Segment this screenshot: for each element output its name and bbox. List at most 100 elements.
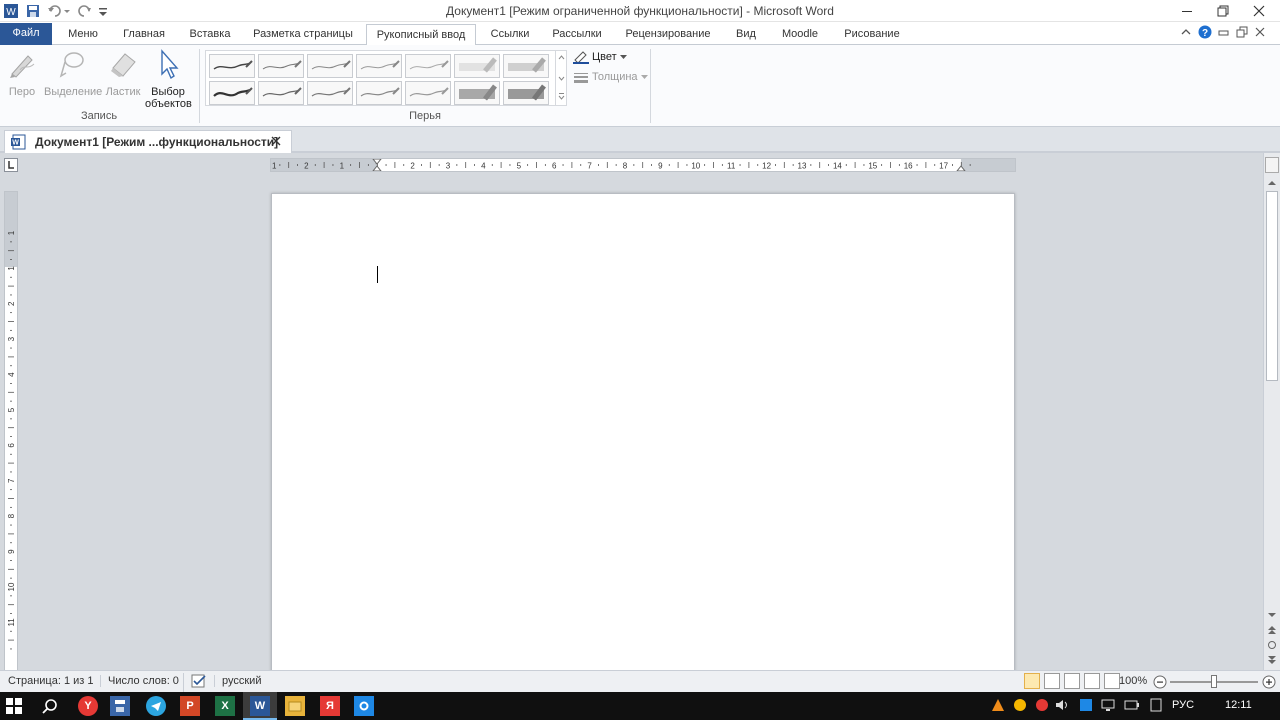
tab-drawing[interactable]: Рисование bbox=[834, 24, 910, 45]
browse-object-icon[interactable] bbox=[1267, 640, 1277, 650]
chevron-down-icon bbox=[619, 54, 627, 59]
zoom-in-icon[interactable] bbox=[1262, 675, 1276, 692]
doc-minimize-icon[interactable] bbox=[1218, 26, 1230, 41]
tray-icon-2[interactable] bbox=[1012, 697, 1028, 713]
word-icon[interactable]: W bbox=[250, 696, 270, 716]
tab-file[interactable]: Файл bbox=[0, 23, 52, 45]
pen-style-4[interactable] bbox=[356, 54, 402, 78]
zoom-out-icon[interactable] bbox=[1153, 675, 1167, 692]
clock-time[interactable]: 12:11 bbox=[1225, 699, 1252, 711]
highlighter-style-3[interactable] bbox=[454, 81, 500, 105]
tab-ink[interactable]: Рукописный ввод bbox=[366, 24, 476, 46]
tab-home[interactable]: Главная bbox=[114, 24, 174, 45]
tab-mailings[interactable]: Рассылки bbox=[544, 24, 610, 45]
ruler-tick-label: 4 bbox=[481, 162, 486, 171]
tab-view[interactable]: Вид bbox=[726, 24, 766, 45]
vertical-scrollbar[interactable] bbox=[1263, 153, 1280, 670]
tab-references[interactable]: Ссылки bbox=[482, 24, 538, 45]
pen-label: Перо bbox=[8, 86, 36, 98]
doc-restore-icon[interactable] bbox=[1236, 26, 1248, 41]
page-count[interactable]: Страница: 1 из 1 bbox=[8, 675, 94, 687]
highlighter-style-1[interactable] bbox=[454, 54, 500, 78]
print-layout-icon[interactable] bbox=[1024, 673, 1040, 689]
zoom-level[interactable]: 100% bbox=[1119, 675, 1147, 687]
search-icon[interactable] bbox=[40, 696, 60, 716]
yandex-browser-icon[interactable]: Y bbox=[78, 696, 98, 716]
telegram-icon[interactable] bbox=[146, 696, 166, 716]
color-dropdown[interactable]: Цвет bbox=[573, 50, 627, 64]
tab-review[interactable]: Рецензирование bbox=[616, 24, 720, 45]
ruler-tick-label: 1 bbox=[340, 162, 345, 171]
file-explorer-icon[interactable] bbox=[285, 696, 305, 716]
start-icon[interactable] bbox=[4, 696, 24, 716]
gallery-scroll[interactable] bbox=[555, 51, 566, 105]
collapse-ribbon-icon[interactable] bbox=[1180, 26, 1192, 41]
ribbon-panel: Перо Выделение Ластик Выбор объектов Зап… bbox=[0, 45, 1280, 127]
tab-menu[interactable]: Меню bbox=[60, 24, 106, 45]
save-app-icon[interactable] bbox=[110, 696, 130, 716]
pen-style-2[interactable] bbox=[258, 54, 304, 78]
document-page[interactable] bbox=[271, 193, 1015, 673]
web-layout-icon[interactable] bbox=[1064, 673, 1080, 689]
battery-icon[interactable] bbox=[1124, 697, 1140, 713]
input-language[interactable]: РУС bbox=[1172, 699, 1194, 711]
zoom-slider-thumb[interactable] bbox=[1211, 675, 1217, 688]
document-tab[interactable]: W Документ1 [Режим ...функциональности] bbox=[4, 130, 292, 153]
ink-color-icon bbox=[573, 51, 589, 64]
scrollbar-thumb[interactable] bbox=[1266, 191, 1278, 381]
windows-taskbar: Y P X W Я РУС 12:11 bbox=[0, 692, 1280, 720]
outline-icon[interactable] bbox=[1084, 673, 1100, 689]
vertical-ruler[interactable]: 1 1 2 3 4 5 6 7 8 9 10 11 bbox=[4, 191, 18, 671]
pen-style-10[interactable] bbox=[405, 81, 451, 105]
help-icon[interactable]: ? bbox=[1198, 25, 1212, 42]
language[interactable]: русский bbox=[214, 675, 261, 687]
powerpoint-icon[interactable]: P bbox=[180, 696, 200, 716]
tab-stop-selector[interactable] bbox=[4, 158, 18, 172]
network-icon[interactable] bbox=[1100, 697, 1116, 713]
pen-style-7[interactable] bbox=[258, 81, 304, 105]
scroll-down-icon[interactable] bbox=[1267, 611, 1277, 619]
highlighter-style-2[interactable] bbox=[503, 54, 549, 78]
close-tab-icon[interactable] bbox=[271, 135, 281, 149]
pen-style-9[interactable] bbox=[356, 81, 402, 105]
doc-close-icon[interactable] bbox=[1254, 26, 1266, 41]
eraser-button[interactable]: Ластик bbox=[104, 48, 142, 112]
pen-button[interactable]: Перо bbox=[4, 48, 40, 112]
tray-icon-4[interactable] bbox=[1078, 697, 1094, 713]
ruler-tick-label: 2 bbox=[7, 301, 16, 306]
ruler-tick-label: 8 bbox=[7, 513, 16, 518]
tab-page-layout[interactable]: Разметка страницы bbox=[246, 24, 360, 45]
close-button[interactable] bbox=[1236, 0, 1280, 22]
full-screen-reading-icon[interactable] bbox=[1044, 673, 1060, 689]
pen-style-1[interactable] bbox=[209, 54, 255, 78]
horizontal-ruler[interactable]: 1211234567891011121314151617 bbox=[270, 158, 1016, 172]
thickness-dropdown[interactable]: Толщина bbox=[573, 71, 648, 83]
pen-style-3[interactable] bbox=[307, 54, 353, 78]
notes-icon[interactable] bbox=[1148, 697, 1164, 713]
selection-button[interactable]: Выделение bbox=[44, 48, 102, 112]
tab-insert[interactable]: Вставка bbox=[182, 24, 238, 45]
pen-style-8[interactable] bbox=[307, 81, 353, 105]
next-page-icon[interactable] bbox=[1267, 655, 1277, 665]
scroll-up-icon[interactable] bbox=[1267, 179, 1277, 187]
settings-app-icon[interactable] bbox=[354, 696, 374, 716]
ruler-tick-label: 8 bbox=[623, 162, 628, 171]
proofing-icon[interactable] bbox=[183, 673, 208, 692]
draft-icon[interactable] bbox=[1104, 673, 1120, 689]
excel-icon[interactable]: X bbox=[215, 696, 235, 716]
tray-icon-1[interactable] bbox=[990, 697, 1006, 713]
pen-style-6[interactable] bbox=[209, 81, 255, 105]
yandex-icon[interactable]: Я bbox=[320, 696, 340, 716]
tray-icon-3[interactable] bbox=[1034, 697, 1050, 713]
tab-moodle[interactable]: Moodle bbox=[772, 24, 828, 45]
select-objects-button[interactable]: Выбор объектов bbox=[142, 48, 194, 112]
previous-page-icon[interactable] bbox=[1267, 625, 1277, 635]
ruler-tick-label: 14 bbox=[833, 162, 842, 171]
word-count[interactable]: Число слов: 0 bbox=[100, 675, 179, 687]
pens-gallery[interactable] bbox=[205, 50, 567, 106]
ruler-toggle-icon[interactable] bbox=[1265, 157, 1279, 173]
chevron-down-icon bbox=[640, 74, 648, 79]
volume-icon[interactable] bbox=[1054, 697, 1070, 713]
highlighter-style-4[interactable] bbox=[503, 81, 549, 105]
pen-style-5[interactable] bbox=[405, 54, 451, 78]
